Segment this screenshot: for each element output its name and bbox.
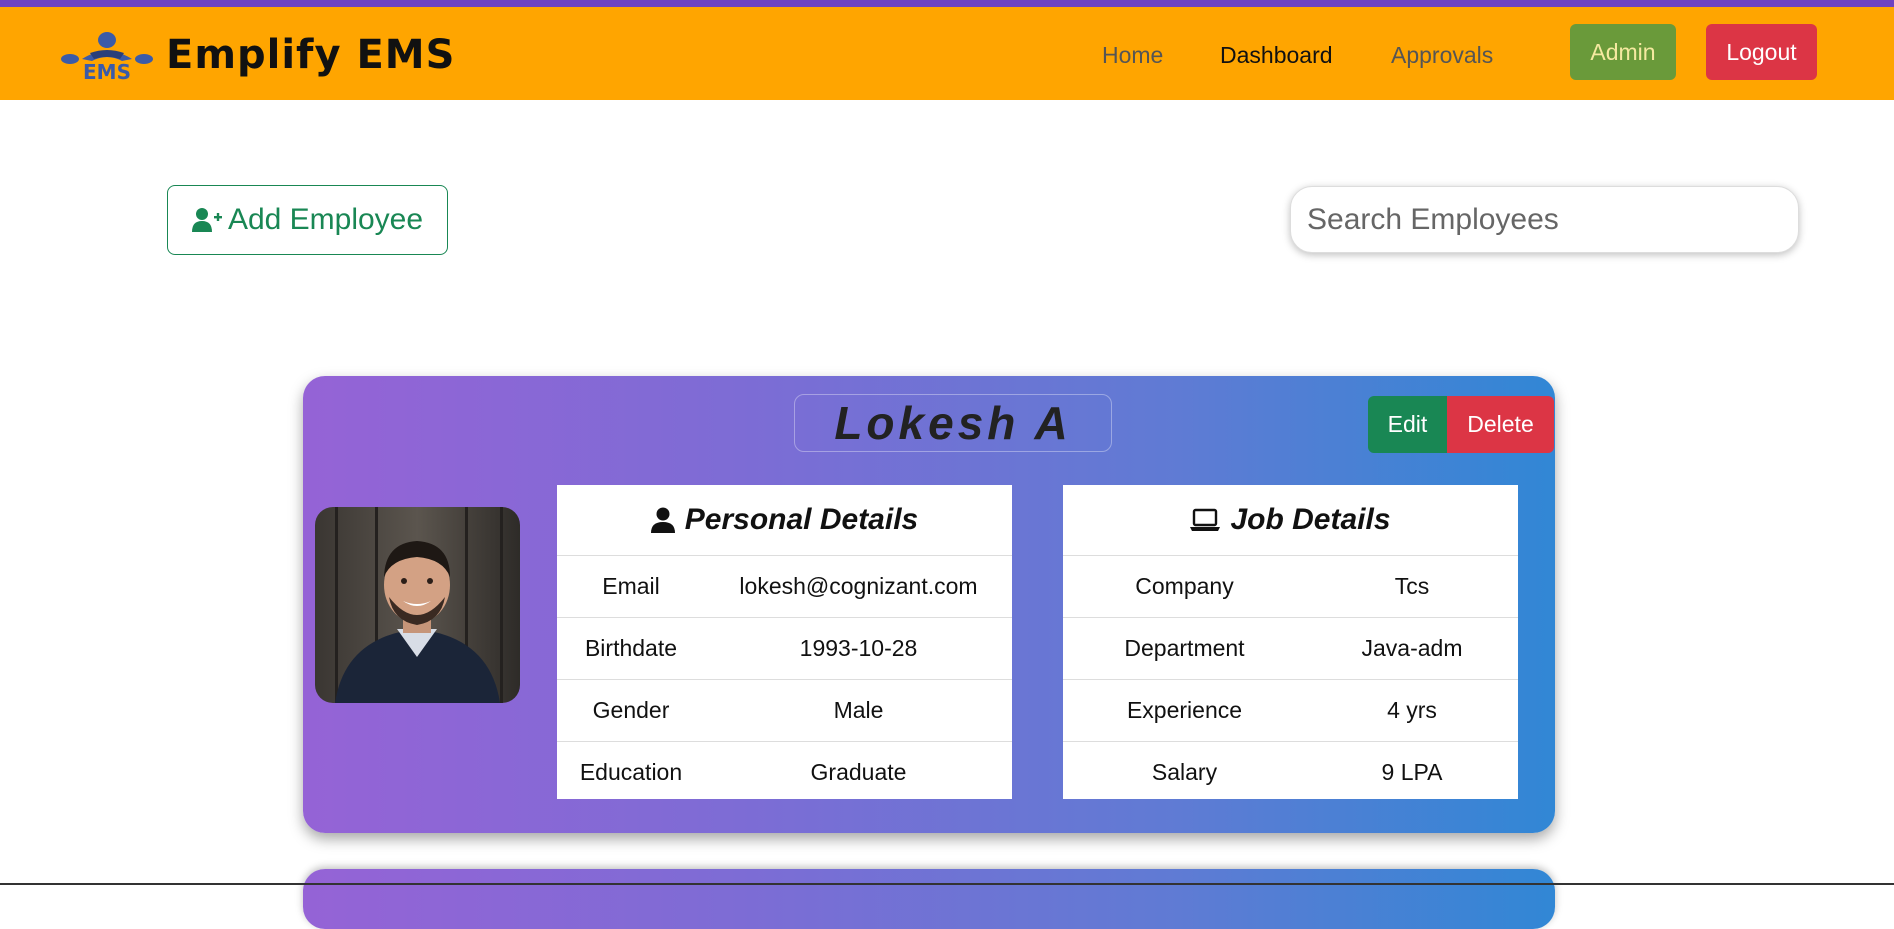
- table-row: Company Tcs: [1063, 556, 1518, 618]
- experience-value: 4 yrs: [1387, 697, 1437, 723]
- email-label: Email: [602, 573, 660, 599]
- birthdate-label: Birthdate: [584, 635, 678, 661]
- nav-approvals[interactable]: Approvals: [1391, 42, 1493, 69]
- department-label: Department: [1124, 635, 1245, 661]
- experience-label: Experience: [1126, 697, 1243, 723]
- gender-label: Gender: [592, 697, 670, 723]
- add-employee-label: Add Employee: [227, 203, 424, 236]
- user-plus-icon: [191, 208, 222, 232]
- logo-text: EMS: [83, 60, 131, 81]
- table-row: Department Java-adm: [1063, 618, 1518, 680]
- salary-value: 9 LPA: [1381, 759, 1443, 785]
- user-icon: [650, 507, 675, 533]
- table-row: Education Graduate: [557, 742, 1012, 803]
- job-details-header: Job Details: [1063, 485, 1518, 556]
- add-employee-button[interactable]: Add Employee: [167, 185, 448, 255]
- nav-dashboard[interactable]: Dashboard: [1220, 42, 1333, 69]
- company-value: Tcs: [1394, 573, 1430, 599]
- navbar: EMS Emplify EMS Home Dashboard Approvals…: [0, 7, 1894, 100]
- top-accent-line: [0, 0, 1894, 7]
- admin-button[interactable]: Admin: [1570, 24, 1676, 80]
- table-row: Experience 4 yrs: [1063, 680, 1518, 742]
- table-row: Email lokesh@cognizant.com: [557, 556, 1012, 618]
- search-input[interactable]: [1290, 186, 1799, 253]
- edit-button[interactable]: Edit: [1368, 396, 1447, 453]
- logout-button[interactable]: Logout: [1706, 24, 1817, 80]
- personal-details-title: Personal Details: [684, 503, 919, 536]
- salary-label: Salary: [1151, 759, 1218, 785]
- table-row: Gender Male: [557, 680, 1012, 742]
- laptop-icon: [1190, 508, 1221, 531]
- email-value: lokesh@cognizant.com: [739, 573, 978, 599]
- delete-button[interactable]: Delete: [1447, 396, 1554, 453]
- nav-home[interactable]: Home: [1102, 42, 1163, 69]
- table-row: Salary 9 LPA: [1063, 742, 1518, 803]
- job-details-title: Job Details: [1230, 503, 1391, 536]
- brand-name: Emplify EMS: [166, 32, 456, 78]
- brand[interactable]: EMS Emplify EMS: [52, 29, 455, 81]
- education-value: Graduate: [810, 759, 907, 785]
- personal-details-header: Personal Details: [557, 485, 1012, 556]
- table-row: Birthdate 1993-10-28: [557, 618, 1012, 680]
- job-details-panel: Job Details Company Tcs Department Java-…: [1063, 485, 1518, 799]
- employee-card: Lokesh A Edit Delete Personal Details Em…: [303, 376, 1555, 833]
- gender-value: Male: [833, 697, 884, 723]
- employee-name: Lokesh A: [794, 394, 1112, 452]
- department-value: Java-adm: [1361, 635, 1463, 661]
- company-label: Company: [1135, 573, 1234, 599]
- education-label: Education: [579, 759, 683, 785]
- employee-photo: [315, 507, 520, 703]
- birthdate-value: 1993-10-28: [799, 635, 918, 661]
- employee-card-next: [303, 869, 1555, 929]
- ems-logo-icon: EMS: [61, 32, 153, 81]
- personal-details-panel: Personal Details Email lokesh@cognizant.…: [557, 485, 1012, 799]
